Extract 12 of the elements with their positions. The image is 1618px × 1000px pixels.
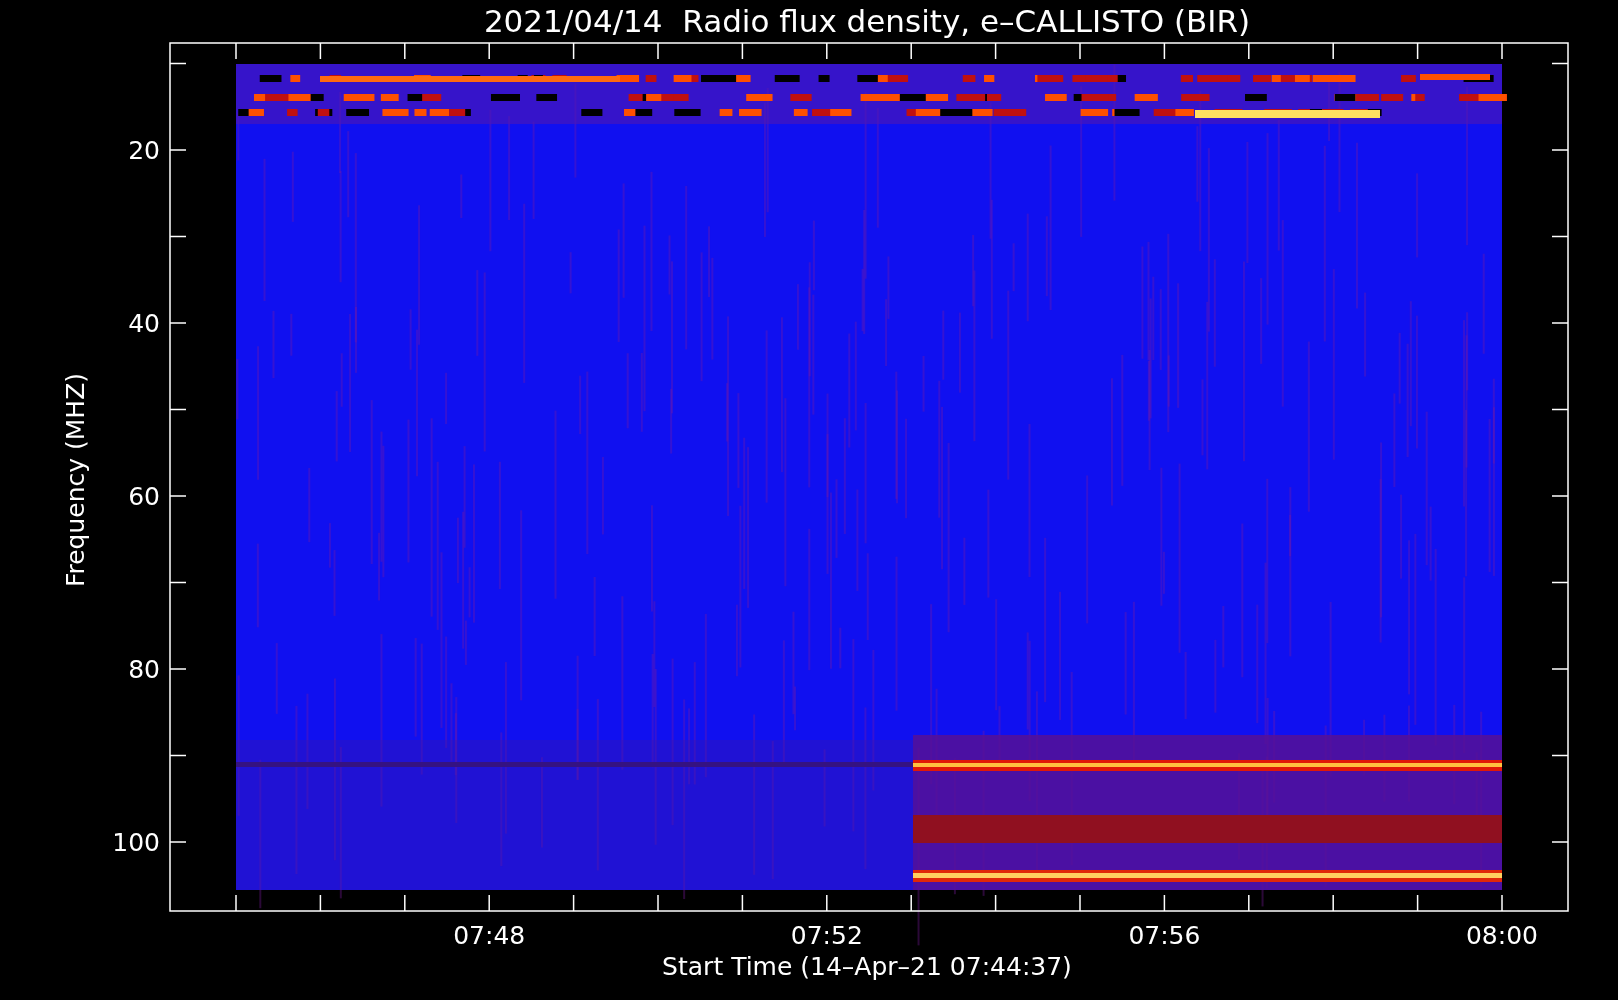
y-axis-label: Frequency (MHZ) — [61, 372, 90, 588]
x-tick-label: 08:00 — [1466, 921, 1538, 950]
x-tick-label: 07:56 — [1128, 921, 1201, 950]
plot-title: 2021/04/14 Radio flux density, e–CALLISTO (BIR) — [483, 3, 1251, 39]
x-tick-label: 07:48 — [453, 921, 526, 950]
y-tick-label: 60 — [128, 482, 160, 511]
y-tick-label: 40 — [128, 309, 160, 338]
y-tick-label: 100 — [112, 828, 160, 857]
y-tick-label: 20 — [128, 136, 160, 165]
x-axis-label: Start Time (14–Apr–21 07:44:37) — [662, 952, 1072, 981]
y-tick-label: 80 — [128, 655, 160, 684]
x-tick-label: 07:52 — [790, 921, 863, 950]
